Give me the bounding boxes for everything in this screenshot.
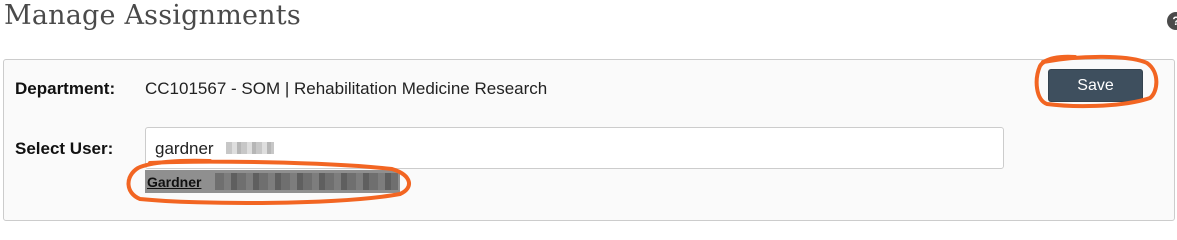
suggestion-highlight-annotation [126,158,411,206]
